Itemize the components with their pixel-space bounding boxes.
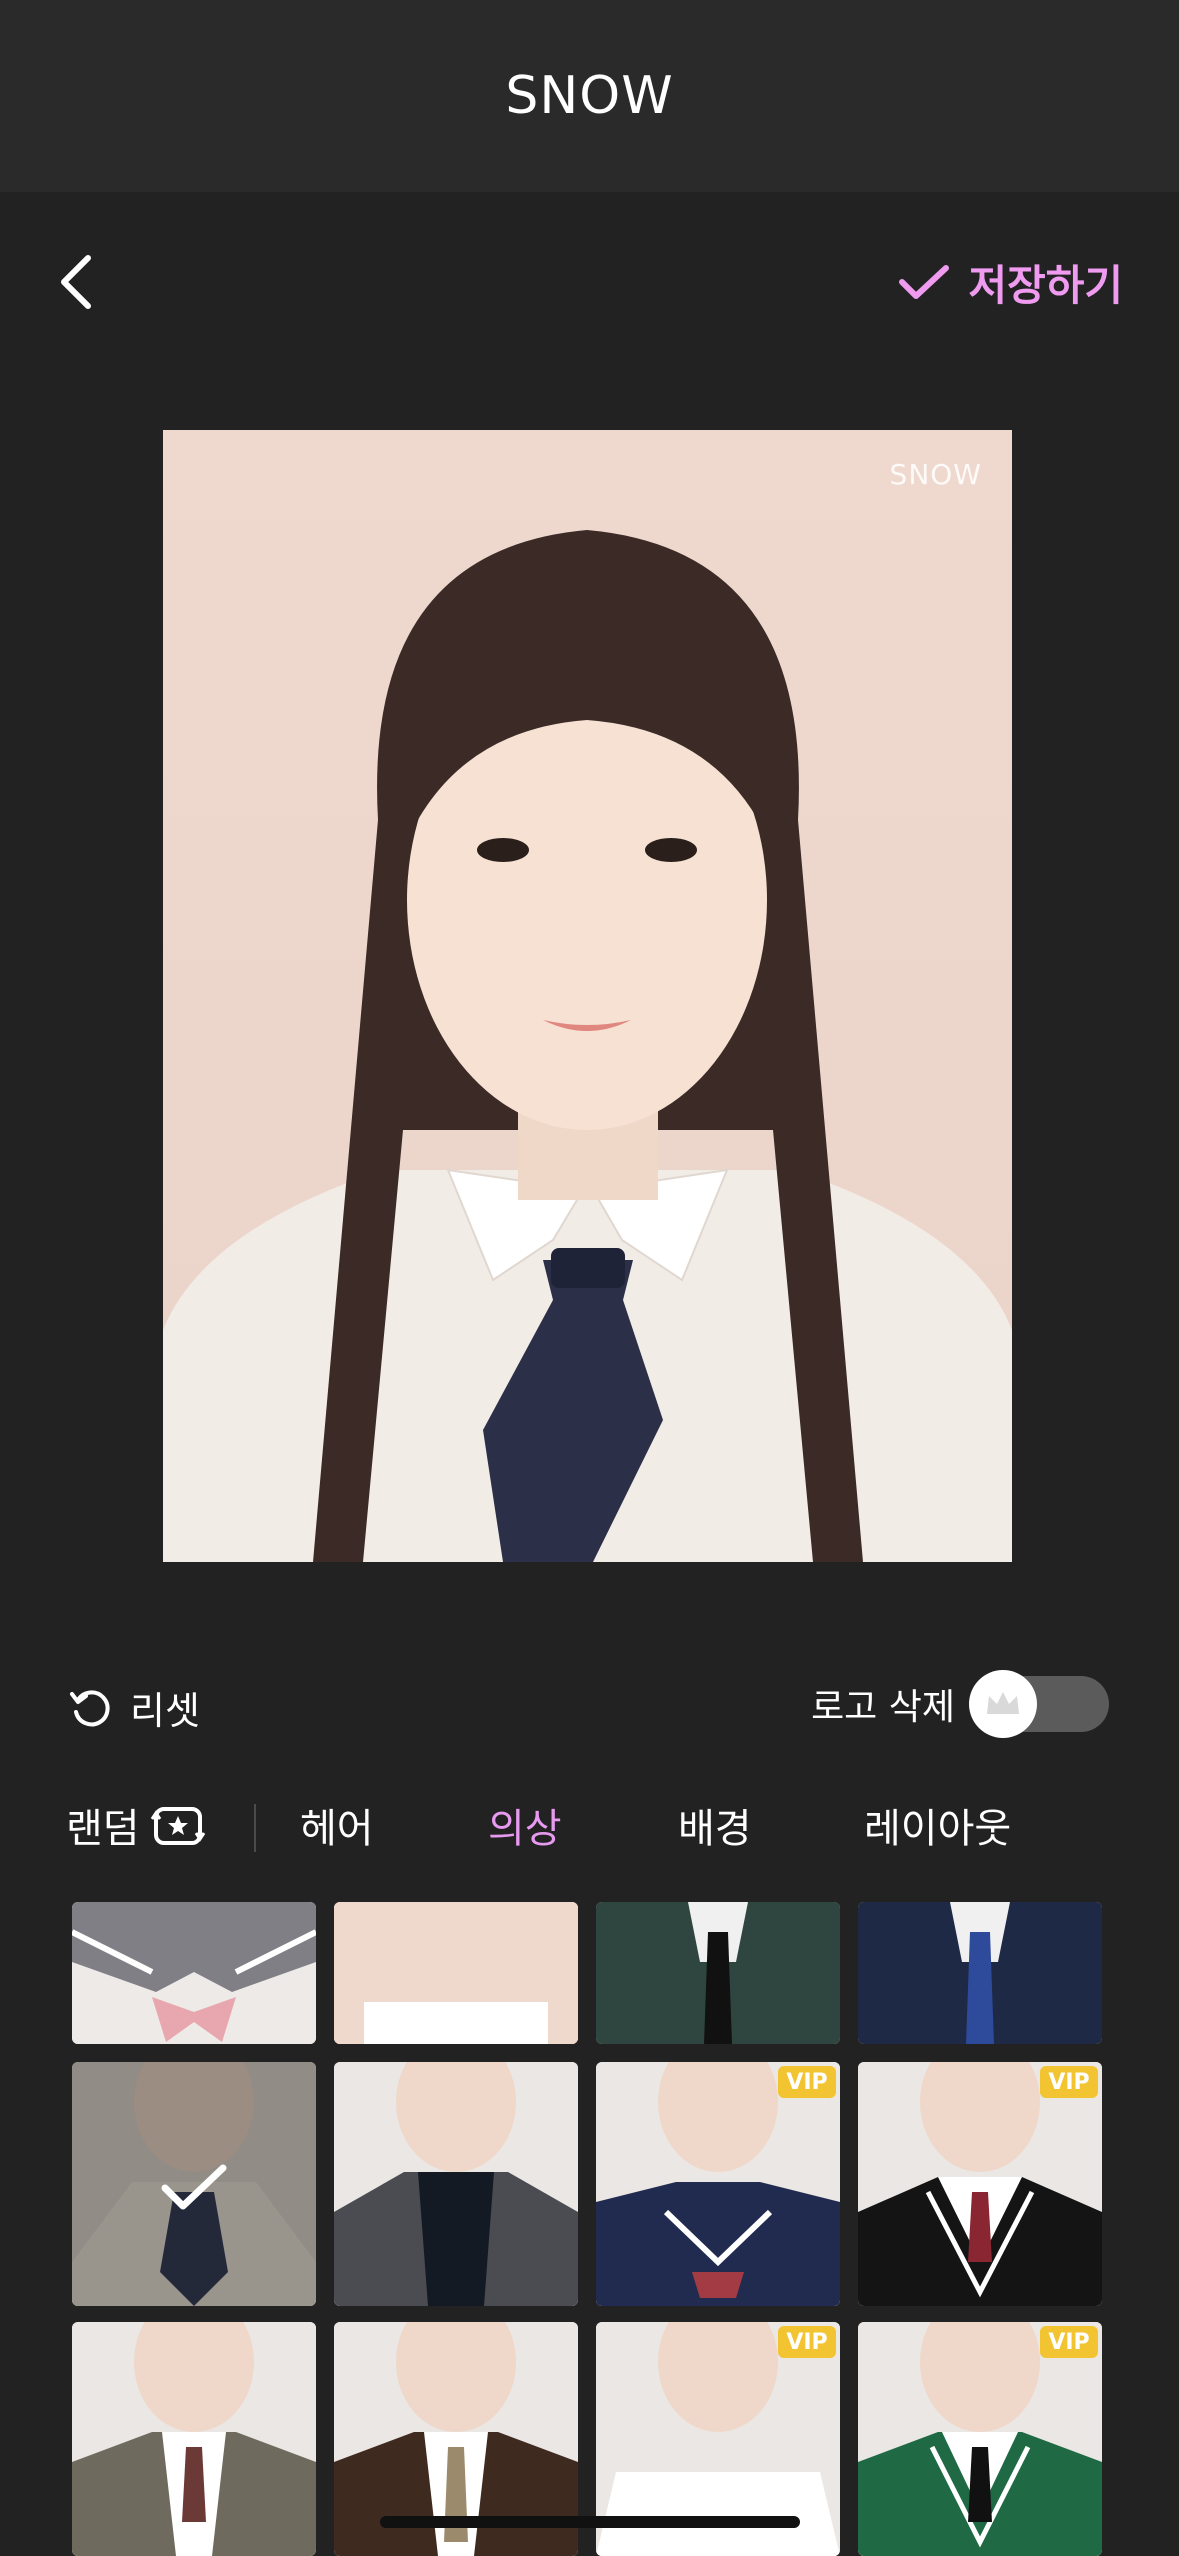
tab-divider: [254, 1804, 256, 1852]
toggle-knob: [969, 1670, 1037, 1738]
controls-row: 리셋 로고 삭제: [0, 1670, 1179, 1750]
outfit-thumbnail: [858, 2062, 1102, 2306]
vip-badge: VIP: [778, 2066, 836, 2098]
watermark-text: SNOW: [889, 458, 982, 491]
tab-hair-label: 헤어: [300, 1806, 374, 1852]
logo-remove-control: 로고 삭제: [811, 1670, 1109, 1738]
check-icon: [899, 265, 950, 299]
outfit-tile[interactable]: [334, 2062, 578, 2306]
reset-button[interactable]: 리셋: [68, 1680, 200, 1735]
random-dice-icon: [150, 1807, 205, 1845]
outfit-tile-selected[interactable]: [72, 2062, 316, 2306]
tab-hair[interactable]: 헤어: [300, 1790, 374, 1860]
photo-preview: SNOW: [163, 430, 1012, 1562]
outfit-thumbnail: [72, 1902, 316, 2044]
vip-badge: VIP: [778, 2326, 836, 2358]
crown-icon: [987, 1692, 1019, 1714]
tab-outfit[interactable]: 의상: [488, 1790, 562, 1860]
logo-remove-toggle[interactable]: [969, 1670, 1109, 1738]
portrait-image: [163, 530, 1012, 1562]
home-indicator[interactable]: [380, 2516, 800, 2528]
outfit-tile[interactable]: [72, 1902, 316, 2044]
chevron-left-icon: [61, 255, 91, 309]
tab-layout[interactable]: 레이아웃: [864, 1790, 1011, 1860]
save-button[interactable]: 저장하기: [898, 250, 1123, 314]
outfit-tile[interactable]: VIP: [596, 2062, 840, 2306]
outfit-thumbnail: [72, 2322, 316, 2556]
outfit-thumbnail: [858, 1902, 1102, 2044]
category-tabs: 랜덤 헤어 의상 배경 레이아웃: [0, 1790, 1179, 1870]
outfit-thumbnail: [334, 2062, 578, 2306]
outfit-thumbnail: [596, 1902, 840, 2044]
outfit-tile[interactable]: VIP: [858, 2062, 1102, 2306]
vip-badge: VIP: [1040, 2066, 1098, 2098]
tab-random-label: 랜덤: [66, 1806, 140, 1852]
tab-background[interactable]: 배경: [678, 1790, 752, 1860]
tab-background-label: 배경: [678, 1806, 752, 1852]
vip-badge: VIP: [1040, 2326, 1098, 2358]
save-label: 저장하기: [968, 260, 1123, 310]
outfit-thumbnail: [596, 2062, 840, 2306]
selected-overlay: [72, 2062, 316, 2306]
tab-random[interactable]: 랜덤: [66, 1790, 206, 1860]
reset-icon: [70, 1689, 110, 1726]
outfit-tile[interactable]: [858, 1902, 1102, 2044]
back-button[interactable]: [48, 250, 112, 314]
outfit-tile[interactable]: VIP: [858, 2322, 1102, 2556]
outfit-tile[interactable]: [334, 1902, 578, 2044]
check-icon: [161, 2164, 227, 2210]
reset-label: 리셋: [130, 1689, 200, 1733]
tab-layout-label: 레이아웃: [864, 1806, 1012, 1852]
outfit-tile[interactable]: [72, 2322, 316, 2556]
outfit-thumbnail: [334, 1902, 578, 2044]
outfit-tile[interactable]: [596, 1902, 840, 2044]
app-title: SNOW: [505, 66, 674, 126]
tab-outfit-label: 의상: [488, 1806, 562, 1852]
app-title-bar: SNOW: [0, 0, 1179, 192]
logo-remove-label: 로고 삭제: [811, 1687, 955, 1728]
